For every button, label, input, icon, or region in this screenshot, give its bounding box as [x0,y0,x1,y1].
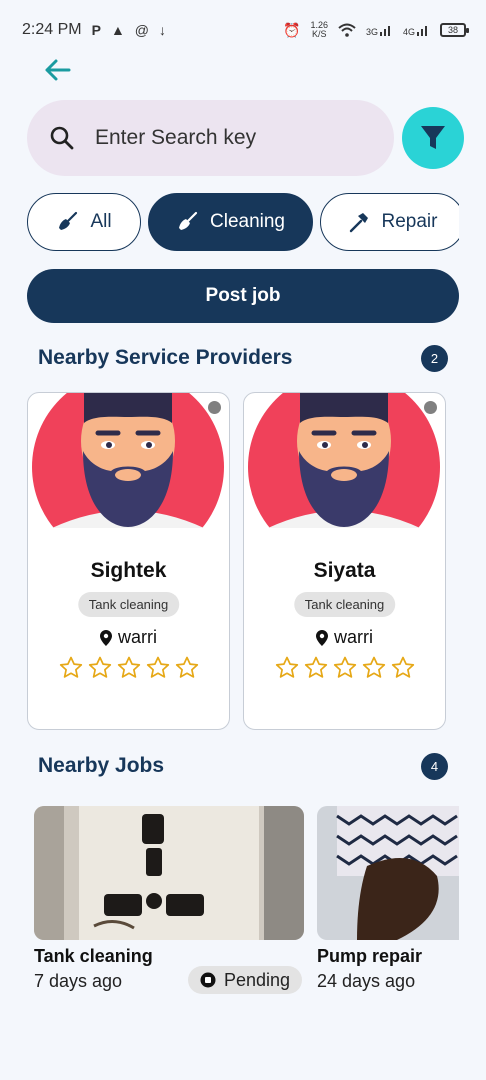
star-outline-icon [175,656,198,678]
job-time: 24 days ago [317,971,416,991]
alarm-icon: ⏰ [283,21,301,38]
signal-1: 3G [366,24,393,37]
providers-section-title: Nearby Service Providers [38,346,293,369]
status-bar: 2:24 PM P ▲ @ ↓ ⏰ 1.26 K/S 3G 4G 38 [0,0,486,60]
chip-label: Repair [381,211,438,232]
provider-card[interactable]: Siyata Tank cleaning warri [243,392,446,730]
avatar [248,393,440,528]
back-button[interactable] [40,54,74,86]
pump-photo [317,806,459,940]
service-tag: Tank cleaning [293,592,396,617]
jobs-count-badge: 4 [421,753,448,780]
status-dot [208,401,221,414]
star-outline-icon [88,656,111,678]
chip-repair[interactable]: Repair [320,193,459,251]
chip-label: Cleaning [210,211,285,232]
service-tag: Tank cleaning [77,592,180,617]
location-pin-icon [100,629,112,646]
star-outline-icon [146,656,169,678]
star-outline-icon [275,656,298,678]
threads-icon: @ [134,22,150,38]
warning-icon: ▲ [110,22,125,38]
job-image [317,806,459,940]
signal-2: 4G [403,24,430,37]
star-outline-icon [391,656,414,678]
jobs-carousel[interactable]: Tank cleaning 7 days ago Pending Pump re… [34,806,459,1006]
providers-count-badge: 2 [421,345,448,372]
jobs-section-title: Nearby Jobs [38,754,165,777]
star-outline-icon [117,656,140,678]
socket-photo [34,806,304,940]
rating-stars [28,656,229,679]
hammer-icon [349,213,368,233]
provider-name: Siyata [313,559,376,582]
chip-cleaning[interactable]: Cleaning [148,193,313,251]
star-outline-icon [362,656,385,678]
search-bar[interactable] [27,100,394,176]
status-dot [424,401,437,414]
provider-location: warri [244,627,445,648]
job-card[interactable]: Tank cleaning 7 days ago Pending [34,806,304,994]
signal-icon [379,25,390,36]
star-outline-icon [304,656,327,678]
rating-stars [244,656,445,679]
provider-card[interactable]: Sightek Tank cleaning warri [27,392,230,730]
download-icon: ↓ [159,22,167,38]
status-time: 2:24 PM [22,21,82,38]
wifi-icon [338,23,356,37]
pending-icon [200,972,216,988]
signal-icon [417,25,427,36]
job-card[interactable]: Pump repair 24 days ago [317,806,459,992]
search-icon [50,126,74,150]
back-arrow-icon [45,59,71,81]
post-job-button[interactable]: Post job [27,269,459,323]
broom-icon [59,211,78,230]
star-outline-icon [59,656,82,678]
star-outline-icon [333,656,356,678]
search-input[interactable] [95,126,345,150]
broom-icon [179,211,198,230]
parking-icon: P [91,22,101,38]
filter-button[interactable] [402,107,464,169]
filter-icon [421,126,445,149]
avatar [32,393,224,528]
provider-location: warri [28,627,229,648]
job-title: Tank cleaning [34,946,153,966]
category-chips: All Cleaning Repair [27,193,459,251]
chip-label: All [90,211,112,232]
job-title: Pump repair [317,946,423,966]
battery-icon: 38 [440,23,469,37]
job-image [34,806,304,940]
location-pin-icon [316,629,328,646]
job-status-badge: Pending [188,966,303,994]
provider-name: Sightek [90,559,167,582]
chip-all[interactable]: All [27,193,141,251]
network-speed: 1.26 K/S [310,20,328,39]
